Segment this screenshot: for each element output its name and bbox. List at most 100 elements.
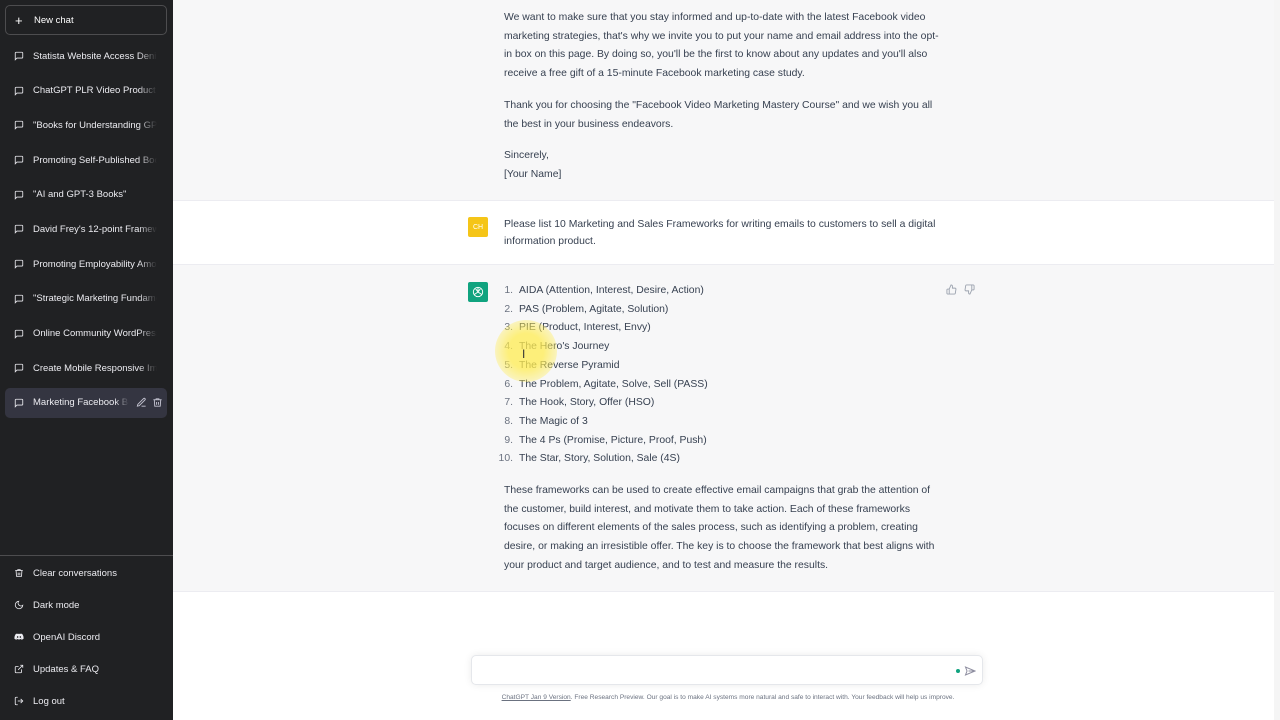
conversation-actions bbox=[136, 397, 163, 408]
thumbs-up-icon[interactable] bbox=[946, 284, 957, 295]
scrollbar[interactable] bbox=[1274, 0, 1280, 720]
conversation-title: Marketing Facebook Business bbox=[33, 397, 129, 409]
status-dot-icon bbox=[956, 669, 960, 673]
conversation-item[interactable]: "Strategic Marketing Fundamentals" bbox=[5, 284, 167, 314]
message-input[interactable] bbox=[482, 662, 936, 681]
version-link[interactable]: ChatGPT Jan 9 Version bbox=[502, 694, 571, 701]
conversation-title: Statista Website Access Denied bbox=[33, 50, 157, 62]
list-item: 9. The 4 Ps (Promise, Picture, Proof, Pus… bbox=[504, 432, 944, 451]
chatgpt-avatar bbox=[468, 282, 488, 302]
user-message: CH Please list 10 Marketing and Sales Fr… bbox=[173, 200, 1274, 265]
list-item: 4. The Hero's Journey bbox=[504, 338, 944, 357]
list-number: 7. bbox=[504, 397, 513, 409]
list-item-text: The Reverse Pyramid bbox=[519, 359, 620, 371]
conversation-item[interactable]: Promoting Self-Published Books bbox=[5, 145, 167, 175]
dark-mode-button[interactable]: Dark mode bbox=[5, 589, 168, 621]
new-chat-button[interactable]: + New chat bbox=[5, 5, 167, 35]
message-paragraph: These frameworks can be used to create e… bbox=[504, 485, 935, 571]
clear-conversations-label: Clear conversations bbox=[33, 567, 117, 579]
openai-logo-icon bbox=[472, 286, 484, 298]
chat-bubble-icon bbox=[14, 364, 24, 373]
list-item-text: AIDA (Attention, Interest, Desire, Actio… bbox=[519, 285, 704, 296]
conversation-title: "AI and GPT-3 Books" bbox=[33, 189, 127, 201]
conversation-item[interactable]: ChatGPT PLR Video Product bbox=[5, 76, 167, 106]
updates-faq-link[interactable]: Updates & FAQ bbox=[5, 653, 168, 685]
dark-mode-label: Dark mode bbox=[33, 599, 80, 611]
chat-bubble-icon bbox=[14, 329, 24, 339]
message-paragraph: [Your Name] bbox=[504, 168, 562, 180]
conversation-item[interactable]: Promoting Employability Among bbox=[5, 249, 167, 279]
list-number: 1. bbox=[504, 285, 513, 296]
conversation-title: ChatGPT PLR Video Product bbox=[33, 85, 156, 97]
frameworks-list: 1. AIDA (Attention, Interest, Desire, Act… bbox=[499, 282, 944, 469]
list-item-text: The Star, Story, Solution, Sale (4S) bbox=[519, 453, 680, 465]
chat-bubble-icon bbox=[14, 86, 24, 96]
openai-discord-link[interactable]: OpenAI Discord bbox=[5, 621, 168, 653]
chat-bubble-icon bbox=[14, 155, 24, 165]
assistant-message-previous: We want to make sure that you stay infor… bbox=[173, 0, 1274, 200]
conversation-title: "Books for Understanding GPT" bbox=[33, 119, 157, 131]
chat-bubble-icon bbox=[14, 398, 24, 408]
list-number: 2. bbox=[504, 303, 513, 315]
message-paragraph: Thank you for choosing the "Facebook Vid… bbox=[504, 99, 933, 130]
openai-discord-label: OpenAI Discord bbox=[33, 631, 101, 643]
list-number: 6. bbox=[504, 378, 513, 390]
conversation-item[interactable]: David Frey's 12-point Framework bbox=[5, 214, 167, 244]
plus-icon: + bbox=[15, 12, 23, 28]
list-number: 9. bbox=[504, 434, 513, 446]
conversation-item[interactable]: Statista Website Access Denied bbox=[5, 41, 167, 71]
assistant-message-text: We want to make sure that you stay infor… bbox=[504, 9, 944, 185]
list-item-text: PIE (Product, Interest, Envy) bbox=[519, 322, 651, 334]
user-avatar: CH bbox=[468, 217, 488, 237]
thumbs-down-icon[interactable] bbox=[964, 284, 975, 295]
send-icon[interactable] bbox=[964, 665, 976, 677]
list-item: 8. The Magic of 3 bbox=[504, 413, 944, 432]
list-item-text: PAS (Problem, Agitate, Solution) bbox=[519, 303, 669, 315]
conversation-item[interactable]: "Books for Understanding GPT" bbox=[5, 110, 167, 140]
discord-icon bbox=[14, 633, 24, 640]
message-composer bbox=[471, 655, 983, 685]
chat-bubble-icon bbox=[14, 121, 24, 131]
user-message-text: Please list 10 Marketing and Sales Frame… bbox=[504, 219, 936, 247]
footer-text: . Free Research Preview. Our goal is to … bbox=[570, 694, 955, 701]
list-item: 6. The Problem, Agitate, Solve, Sell (PAS… bbox=[504, 376, 944, 395]
list-number: 10. bbox=[498, 453, 513, 465]
conversation-title: Promoting Self-Published Books bbox=[33, 154, 157, 166]
list-item: 1. AIDA (Attention, Interest, Desire, Act… bbox=[504, 282, 944, 301]
text-cursor-icon: I bbox=[522, 347, 526, 361]
conversation-title: Promoting Employability Among bbox=[33, 258, 157, 270]
chat-main: We want to make sure that you stay infor… bbox=[173, 0, 1280, 720]
conversation-item[interactable]: Online Community WordPress bbox=[5, 319, 167, 349]
message-paragraph: We want to make sure that you stay infor… bbox=[504, 12, 939, 80]
conversation-title: Online Community WordPress bbox=[33, 328, 157, 339]
clear-conversations-button[interactable]: Clear conversations bbox=[5, 557, 168, 589]
log-out-label: Log out bbox=[33, 695, 65, 707]
feedback-buttons bbox=[946, 284, 975, 295]
list-number: 4. bbox=[504, 341, 513, 353]
list-item: 10. The Star, Story, Solution, Sale (4S) bbox=[499, 450, 944, 469]
chat-bubble-icon bbox=[14, 190, 24, 200]
list-item: 5. The Reverse Pyramid bbox=[504, 357, 944, 376]
list-number: 8. bbox=[504, 415, 513, 427]
log-out-button[interactable]: Log out bbox=[5, 685, 168, 717]
footer-disclaimer: ChatGPT Jan 9 Version. Free Research Pre… bbox=[458, 694, 998, 701]
trash-icon[interactable] bbox=[152, 397, 163, 408]
assistant-message-text: 1. AIDA (Attention, Interest, Desire, Act… bbox=[499, 282, 944, 576]
conversation-title: "Strategic Marketing Fundamentals" bbox=[33, 293, 157, 305]
updates-faq-label: Updates & FAQ bbox=[33, 663, 100, 675]
conversation-item-active[interactable]: Marketing Facebook Business bbox=[5, 387, 167, 418]
sidebar-bottom-menu: Clear conversations Dark mode OpenAI Dis… bbox=[0, 555, 173, 717]
conversation-item[interactable]: "AI and GPT-3 Books" bbox=[5, 180, 167, 210]
conversation-item[interactable]: Create Mobile Responsive Images bbox=[5, 353, 167, 383]
list-item-text: The Hook, Story, Offer (HSO) bbox=[519, 397, 655, 409]
conversation-title: David Frey's 12-point Framework bbox=[33, 223, 157, 235]
list-item-text: The Hero's Journey bbox=[519, 341, 610, 353]
edit-pencil-icon[interactable] bbox=[136, 397, 147, 408]
chat-bubble-icon bbox=[14, 51, 24, 61]
new-chat-label: New chat bbox=[34, 14, 74, 26]
external-link-icon bbox=[14, 664, 24, 674]
moon-icon bbox=[14, 600, 24, 610]
chat-bubble-icon bbox=[14, 294, 24, 304]
list-item-text: The Problem, Agitate, Solve, Sell (PASS) bbox=[519, 378, 708, 390]
assistant-message: 1. AIDA (Attention, Interest, Desire, Act… bbox=[173, 265, 1274, 592]
